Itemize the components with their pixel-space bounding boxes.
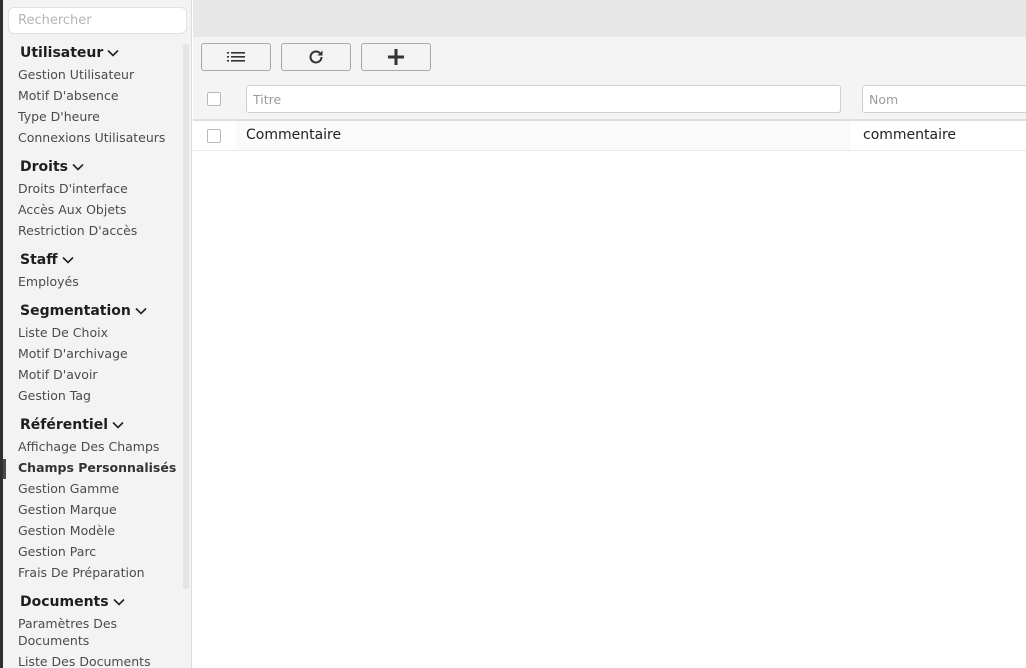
- section-title: Utilisateur: [20, 45, 104, 61]
- section-utilisateur[interactable]: Utilisateur: [20, 43, 119, 63]
- add-button[interactable]: [361, 43, 431, 71]
- section-droits[interactable]: Droits: [20, 157, 84, 177]
- sidebar-item-parametres-documents-line1[interactable]: Paramètres Des: [18, 615, 117, 632]
- sidebar-item-droits-interface[interactable]: Droits D'interface: [18, 180, 128, 197]
- sidebar-item-champs-personnalises[interactable]: Champs Personnalisés: [18, 459, 176, 476]
- refresh-button[interactable]: [281, 43, 351, 71]
- section-referentiel[interactable]: Référentiel: [20, 415, 124, 435]
- section-title: Droits: [20, 159, 68, 175]
- sidebar-item-restriction-acces[interactable]: Restriction D'accès: [18, 222, 137, 239]
- toolbar: [193, 37, 1026, 77]
- section-title: Segmentation: [20, 303, 131, 319]
- row-gutter: [193, 121, 236, 150]
- sidebar-item-gestion-utilisateur[interactable]: Gestion Utilisateur: [18, 66, 134, 83]
- sidebar-item-gestion-modele[interactable]: Gestion Modèle: [18, 522, 115, 539]
- row-checkbox[interactable]: [207, 129, 221, 143]
- name-filter-input[interactable]: [863, 86, 1026, 112]
- section-segmentation[interactable]: Segmentation: [20, 301, 147, 321]
- name-filter: [862, 85, 1026, 113]
- chevron-down-icon: [107, 49, 119, 57]
- table-row[interactable]: Commentaire commentaire: [193, 121, 1026, 151]
- grid-filter-row: [193, 77, 1026, 121]
- chevron-down-icon: [62, 256, 74, 264]
- sidebar-item-type-heure[interactable]: Type D'heure: [18, 108, 100, 125]
- section-title: Documents: [20, 594, 109, 610]
- list-icon: [227, 52, 245, 62]
- sidebar: Utilisateur Gestion Utilisateur Motif D'…: [0, 0, 192, 668]
- chevron-down-icon: [112, 421, 124, 429]
- sidebar-nav: Utilisateur Gestion Utilisateur Motif D'…: [0, 0, 182, 668]
- sidebar-item-motif-avoir[interactable]: Motif D'avoir: [18, 366, 98, 383]
- sidebar-item-affichage-champs[interactable]: Affichage Des Champs: [18, 438, 159, 455]
- list-view-button[interactable]: [201, 43, 271, 71]
- cell-name: commentaire: [863, 127, 957, 143]
- title-filter-input[interactable]: [247, 86, 840, 112]
- section-title: Référentiel: [20, 417, 109, 433]
- chevron-down-icon: [113, 598, 125, 606]
- refresh-icon: [309, 50, 323, 64]
- sidebar-item-employes[interactable]: Employés: [18, 273, 79, 290]
- sidebar-item-frais-preparation[interactable]: Frais De Préparation: [18, 564, 145, 581]
- sidebar-item-liste-choix[interactable]: Liste De Choix: [18, 324, 108, 341]
- title-filter: [246, 85, 841, 113]
- sidebar-item-acces-objets[interactable]: Accès Aux Objets: [18, 201, 126, 218]
- plus-icon: [388, 49, 404, 65]
- window-edge: [0, 0, 3, 668]
- chevron-down-icon: [135, 307, 147, 315]
- sidebar-item-gestion-gamme[interactable]: Gestion Gamme: [18, 480, 119, 497]
- sidebar-scrollbar[interactable]: [183, 44, 189, 589]
- sidebar-item-motif-archivage[interactable]: Motif D'archivage: [18, 345, 128, 362]
- sidebar-item-motif-absence[interactable]: Motif D'absence: [18, 87, 119, 104]
- select-all-checkbox[interactable]: [207, 92, 221, 106]
- chevron-down-icon: [72, 163, 84, 171]
- section-staff[interactable]: Staff: [20, 250, 74, 270]
- sidebar-item-connexions-utilisateurs[interactable]: Connexions Utilisateurs: [18, 129, 165, 146]
- top-bar: [193, 0, 1026, 37]
- sidebar-item-gestion-parc[interactable]: Gestion Parc: [18, 543, 96, 560]
- section-title: Staff: [20, 252, 58, 268]
- sidebar-item-gestion-tag[interactable]: Gestion Tag: [18, 387, 91, 404]
- app-window: Utilisateur Gestion Utilisateur Motif D'…: [0, 0, 1026, 668]
- section-documents[interactable]: Documents: [20, 592, 125, 612]
- sidebar-item-liste-documents[interactable]: Liste Des Documents: [18, 653, 151, 668]
- sidebar-item-parametres-documents-line2[interactable]: Documents: [18, 632, 89, 649]
- sidebar-item-gestion-marque[interactable]: Gestion Marque: [18, 501, 117, 518]
- cell-title: Commentaire: [236, 121, 851, 150]
